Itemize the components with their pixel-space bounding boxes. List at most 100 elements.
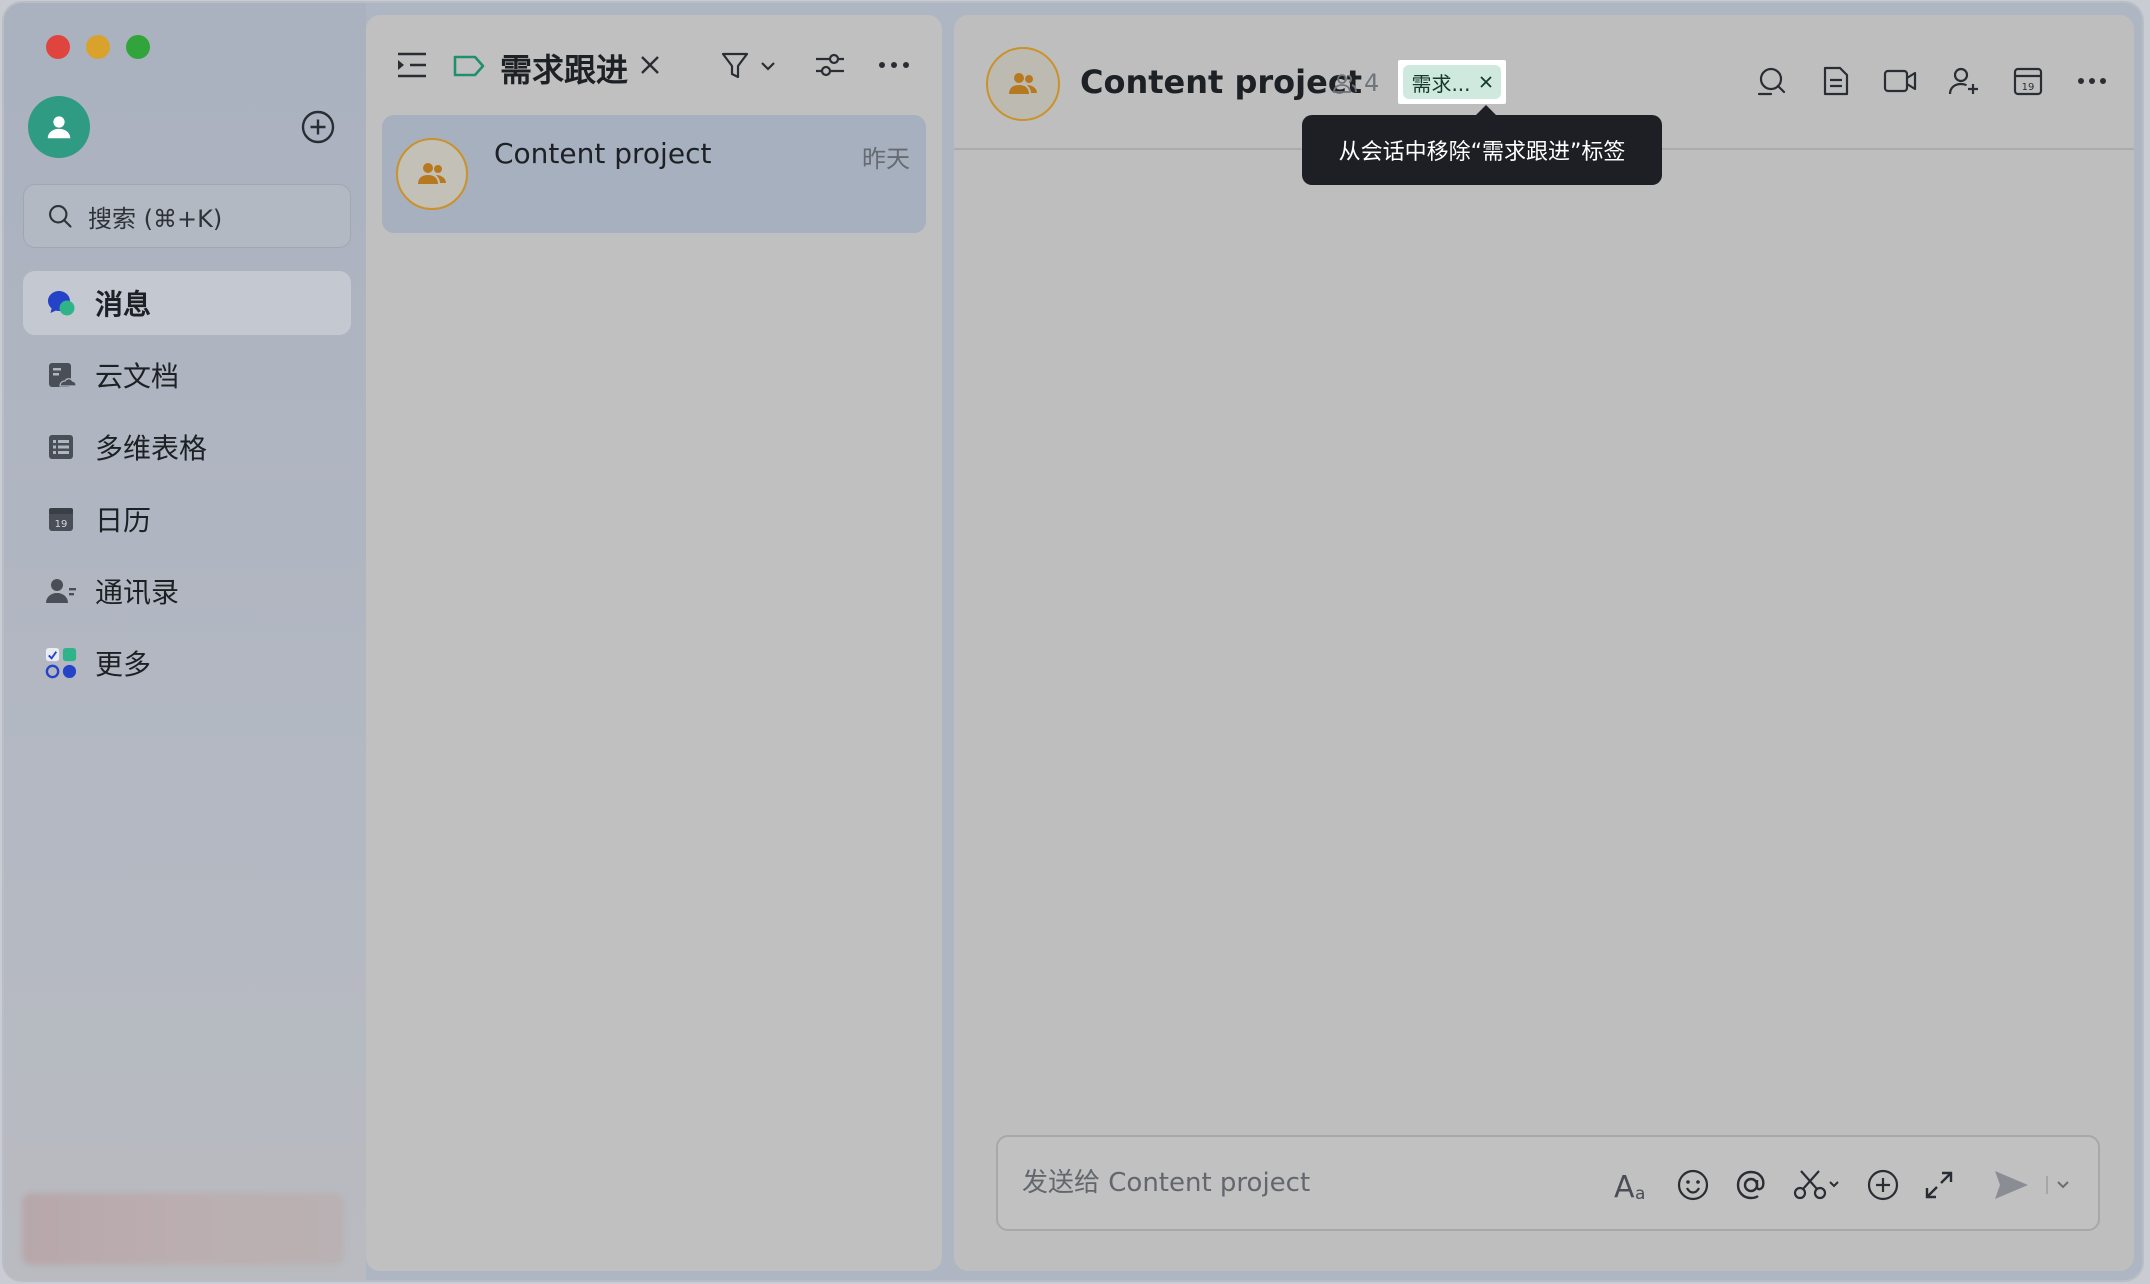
ellipsis-icon	[2078, 78, 2106, 84]
calendar-day: 19	[2022, 82, 2035, 93]
sliders-icon	[816, 53, 844, 77]
chat-title: Content project	[1080, 63, 1363, 101]
search-placeholder: 搜索 (⌘+K)	[88, 204, 223, 233]
member-count: 4	[1364, 69, 1380, 97]
sidebar-item-more[interactable]: 更多	[23, 631, 351, 695]
remove-tag-tooltip: 从会话中移除“需求跟进”标签	[1302, 105, 1662, 185]
base-table-icon	[45, 431, 77, 463]
ellipsis-icon	[879, 62, 909, 68]
calendar-button[interactable]: 19	[2010, 63, 2046, 99]
mention-button[interactable]	[1734, 1165, 1768, 1205]
expand-icon	[1925, 1171, 1953, 1199]
search-input[interactable]: 搜索 (⌘+K)	[23, 184, 351, 248]
screenshot-button[interactable]	[1792, 1165, 1842, 1205]
docs-button[interactable]	[1818, 63, 1854, 99]
chat-tag[interactable]: 需求...	[1403, 65, 1501, 99]
sidebar-item-cloud-docs[interactable]: 云文档	[23, 343, 351, 407]
send-button[interactable]	[1992, 1165, 2030, 1205]
attach-button[interactable]	[1866, 1165, 1900, 1205]
document-icon	[1823, 66, 1849, 96]
tag-highlight: 需求...	[1398, 60, 1506, 104]
settings-button[interactable]	[814, 49, 846, 81]
sidebar-nav: 消息 云文档 多维表格 19 日历 通讯录 更多	[23, 271, 351, 703]
chat-panel: Content project 4 需求... 从会话中移除“需求跟进”标签 1…	[954, 15, 2134, 1271]
chat-toolbar: 19	[1754, 63, 2110, 99]
calendar-icon: 19	[2013, 67, 2043, 96]
sidebar-item-label: 日历	[95, 504, 152, 537]
sidebar-item-messages[interactable]: 消息	[23, 271, 351, 335]
list-item[interactable]: Content project 昨天	[382, 115, 926, 233]
chevron-down-icon	[2046, 1176, 2069, 1194]
chat-list-panel: 需求跟进 Content project 昨天	[366, 15, 942, 1271]
close-icon	[641, 56, 659, 74]
window-minimize-button[interactable]	[86, 35, 110, 59]
cloud-doc-icon	[45, 359, 77, 391]
close-tag-filter-button[interactable]	[638, 53, 662, 77]
group-avatar	[396, 138, 468, 210]
video-icon	[1883, 69, 1917, 93]
sidebar-item-label: 多维表格	[95, 432, 208, 465]
message-input[interactable]	[1022, 1137, 1582, 1229]
composer-toolbar: A a	[1614, 1165, 2074, 1205]
window-zoom-button[interactable]	[126, 35, 150, 59]
group-avatar[interactable]	[986, 47, 1060, 121]
expand-composer-button[interactable]	[1924, 1165, 1954, 1205]
chat-name: Content project	[494, 137, 712, 170]
sidebar-item-contacts[interactable]: 通讯录	[23, 559, 351, 623]
chat-more-button[interactable]	[2074, 63, 2110, 99]
contacts-icon	[45, 575, 77, 607]
chat-header: Content project 4 需求... 从会话中移除“需求跟进”标签 1…	[954, 15, 2134, 185]
emoji-icon	[1677, 1169, 1709, 1201]
format-text-button[interactable]: A a	[1614, 1165, 1652, 1205]
members-icon	[1333, 74, 1357, 93]
app-window: 搜索 (⌘+K) 消息 云文档 多维表格 19 日历 通讯录 更多 需求跟进 C…	[4, 3, 2142, 1280]
list-header: 需求跟进	[366, 15, 942, 115]
chat-time: 昨天	[862, 145, 910, 173]
more-options-button[interactable]	[878, 61, 910, 69]
user-avatar[interactable]	[28, 96, 90, 158]
send-options-button[interactable]	[2044, 1165, 2074, 1205]
add-member-button[interactable]	[1946, 63, 1982, 99]
calendar-day: 19	[55, 519, 68, 530]
sidebar-item-base[interactable]: 多维表格	[23, 415, 351, 479]
tag-icon	[452, 53, 486, 79]
font-format-icon: A a	[1614, 1170, 1645, 1201]
window-close-button[interactable]	[46, 35, 70, 59]
svg-text:a: a	[1635, 1184, 1645, 1201]
scissors-icon	[1793, 1170, 1839, 1200]
calendar-icon: 19	[45, 503, 77, 535]
sidebar-item-label: 更多	[95, 648, 152, 681]
create-button[interactable]	[298, 107, 338, 147]
filter-icon	[721, 52, 775, 79]
sidebar: 搜索 (⌘+K) 消息 云文档 多维表格 19 日历 通讯录 更多	[4, 3, 366, 1280]
video-call-button[interactable]	[1882, 63, 1918, 99]
sidebar-item-label: 通讯录	[95, 576, 180, 609]
add-user-icon	[1948, 67, 1978, 95]
search-icon	[1757, 67, 1786, 96]
at-sign-icon	[1736, 1170, 1765, 1200]
send-icon	[1995, 1171, 2028, 1199]
sidebar-toggle-icon	[398, 52, 426, 78]
filter-button[interactable]	[720, 51, 780, 81]
list-title: 需求跟进	[500, 51, 629, 89]
group-icon	[418, 163, 446, 184]
message-icon	[45, 287, 77, 319]
plus-circle-icon	[1867, 1169, 1899, 1201]
blurred-profile-area	[22, 1193, 344, 1265]
remove-tag-icon[interactable]	[1479, 75, 1493, 89]
more-apps-icon	[45, 647, 77, 679]
sidebar-item-calendar[interactable]: 19 日历	[23, 487, 351, 551]
collapse-sidebar-button[interactable]	[396, 51, 428, 79]
member-count-button[interactable]: 4	[1332, 69, 1379, 97]
plus-circle-icon	[301, 110, 335, 144]
svg-text:A: A	[1614, 1170, 1635, 1201]
group-icon	[1009, 73, 1037, 94]
search-chat-button[interactable]	[1754, 63, 1790, 99]
sidebar-item-label: 云文档	[95, 360, 180, 393]
search-icon	[49, 205, 72, 228]
emoji-button[interactable]	[1676, 1165, 1710, 1205]
user-icon	[47, 116, 71, 139]
sidebar-item-label: 消息	[95, 288, 152, 321]
message-composer: A a	[996, 1135, 2100, 1231]
tag-label: 需求...	[1411, 71, 1471, 96]
